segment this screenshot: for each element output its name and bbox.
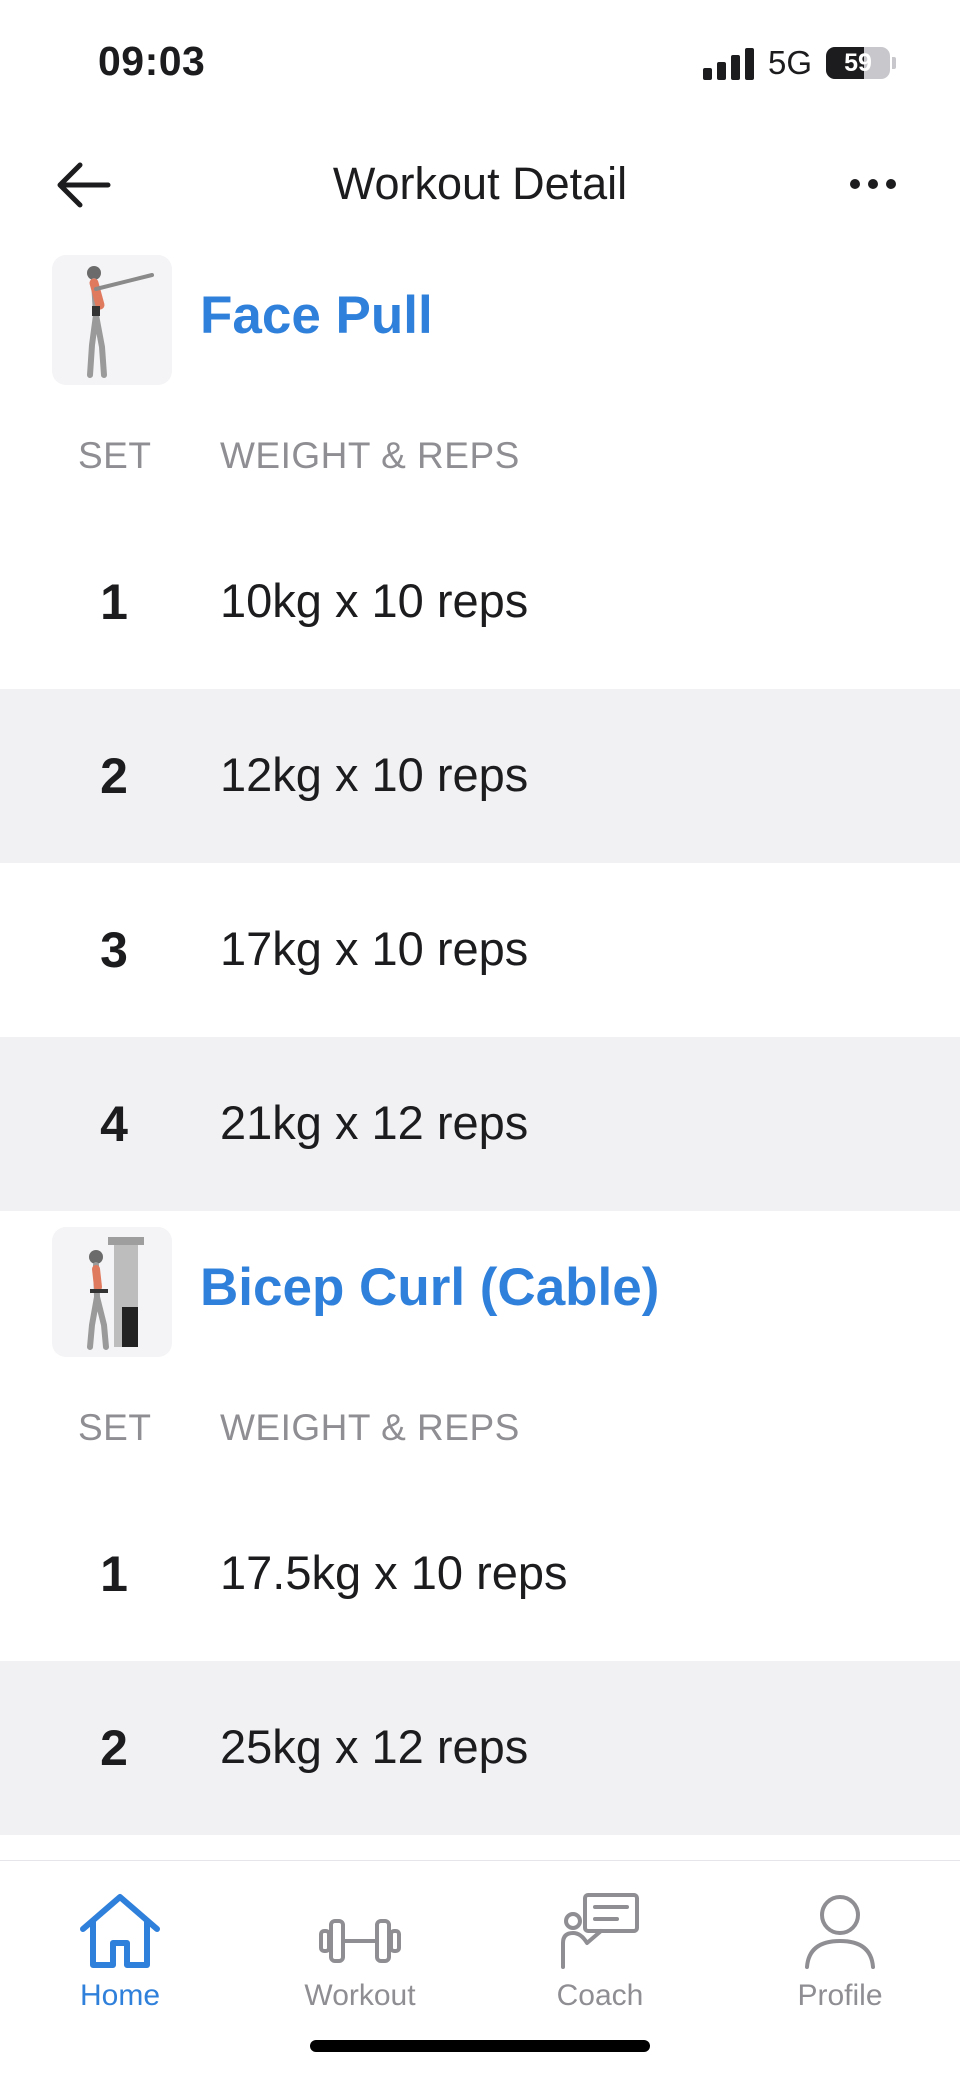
set-weight-reps: 17.5kg x 10 reps bbox=[220, 1546, 568, 1599]
tab-workout[interactable]: Workout bbox=[270, 1881, 450, 2051]
status-time: 09:03 bbox=[98, 38, 206, 84]
tab-label: Coach bbox=[556, 1979, 644, 2012]
set-weight-reps: 10kg x 10 reps bbox=[220, 574, 529, 627]
signal-icon bbox=[702, 46, 754, 80]
tab-profile[interactable]: Profile bbox=[750, 1881, 930, 2051]
set-number: 1 bbox=[100, 1546, 128, 1602]
tab-label: Profile bbox=[797, 1979, 883, 2012]
set-row: 2 25kg x 12 reps bbox=[0, 1661, 960, 1835]
tab-label: Home bbox=[79, 1979, 161, 2012]
set-number: 2 bbox=[100, 1720, 128, 1776]
coach-icon bbox=[561, 1893, 639, 1969]
set-number: 4 bbox=[100, 1096, 128, 1152]
exercise-figure-icon bbox=[87, 1237, 144, 1350]
page-title: Workout Detail bbox=[332, 158, 628, 209]
ellipsis-icon bbox=[850, 179, 860, 189]
column-set: SET bbox=[78, 1407, 152, 1448]
column-set: SET bbox=[78, 435, 152, 476]
bicep-curl-thumbnail bbox=[52, 1227, 172, 1357]
network-label: 5G bbox=[767, 44, 812, 81]
set-row: 3 17kg x 10 reps bbox=[0, 863, 960, 1037]
status-indicators: 5G 59 bbox=[702, 44, 896, 82]
exercise-name[interactable]: Bicep Curl (Cable) bbox=[200, 1257, 659, 1318]
set-row: 1 17.5kg x 10 reps bbox=[0, 1487, 960, 1661]
set-row: 2 12kg x 10 reps bbox=[0, 689, 960, 863]
workout-detail-content[interactable]: Face Pull SET WEIGHT & REPS 1 10kg x 10 … bbox=[0, 245, 960, 1860]
set-number: 2 bbox=[100, 748, 128, 804]
set-weight-reps: 17kg x 10 reps bbox=[220, 922, 529, 975]
tab-label: Workout bbox=[304, 1979, 416, 2012]
profile-icon bbox=[805, 1895, 875, 1969]
tab-coach[interactable]: Coach bbox=[510, 1881, 690, 2051]
status-bar: 09:03 5G 59 bbox=[0, 0, 960, 120]
column-weight-reps: WEIGHT & REPS bbox=[220, 1407, 520, 1448]
set-number: 1 bbox=[100, 574, 128, 630]
home-indicator bbox=[310, 2040, 650, 2052]
exercise-header: Face Pull bbox=[0, 245, 960, 395]
set-weight-reps: 21kg x 12 reps bbox=[220, 1096, 529, 1149]
more-options-button[interactable] bbox=[838, 154, 908, 214]
home-icon bbox=[80, 1894, 160, 1968]
battery-level: 59 bbox=[844, 48, 872, 77]
columns-header: SET WEIGHT & REPS bbox=[0, 395, 960, 515]
ellipsis-dot bbox=[868, 179, 878, 189]
exercise-figure-icon bbox=[87, 266, 154, 378]
set-row: 4 21kg x 12 reps bbox=[0, 1037, 960, 1211]
exercise-header: Bicep Curl (Cable) bbox=[0, 1217, 960, 1367]
set-weight-reps: 25kg x 12 reps bbox=[220, 1720, 529, 1773]
tab-home[interactable]: Home bbox=[30, 1881, 210, 2051]
set-weight-reps: 12kg x 10 reps bbox=[220, 748, 529, 801]
column-weight-reps: WEIGHT & REPS bbox=[220, 435, 520, 476]
exercise-name[interactable]: Face Pull bbox=[200, 285, 433, 346]
set-number: 3 bbox=[100, 922, 128, 978]
battery-icon: 59 bbox=[826, 47, 890, 79]
ellipsis-dot bbox=[886, 179, 896, 189]
dumbbell-icon bbox=[319, 1919, 401, 1963]
nav-bar: Workout Detail bbox=[0, 130, 960, 240]
face-pull-thumbnail bbox=[52, 255, 172, 385]
set-row: 1 10kg x 10 reps bbox=[0, 515, 960, 689]
battery-tip bbox=[892, 57, 896, 69]
columns-header: SET WEIGHT & REPS bbox=[0, 1367, 960, 1487]
